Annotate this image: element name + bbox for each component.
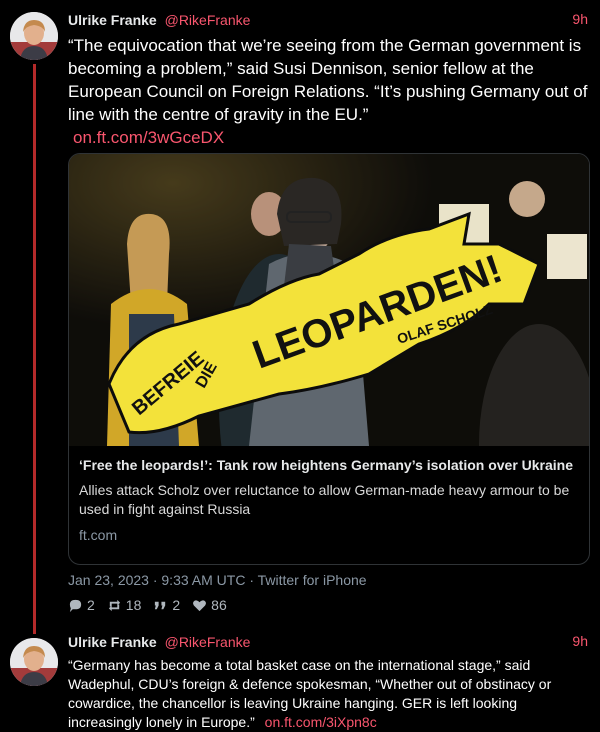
tweet-header: Ulrike Franke @RikeFranke <box>68 11 250 29</box>
card-domain: ft.com <box>79 527 118 543</box>
tweet-stats: 2 18 2 86 <box>68 597 227 613</box>
thread-line <box>33 64 36 634</box>
tweet-meta[interactable]: Jan 23, 2023 · 9:33 AM UTC · Twitter for… <box>68 572 367 588</box>
tweet-time[interactable]: 9h <box>572 633 588 649</box>
card-body: ‘Free the leopards!’: Tank row heightens… <box>79 455 579 543</box>
avatar[interactable] <box>10 638 58 686</box>
avatar[interactable] <box>10 12 58 60</box>
tweet-link[interactable]: on.ft.com/3wGceDX <box>73 128 224 147</box>
author-handle[interactable]: @RikeFranke <box>165 12 251 28</box>
retweet-icon <box>108 599 120 611</box>
reply-count: 2 <box>87 597 95 613</box>
card-image: LEOPARDEN! BEFREIE DIE OLAF SCHOLZ <box>69 154 589 446</box>
tweet-time[interactable]: 9h <box>572 11 588 27</box>
card-title[interactable]: ‘Free the leopards!’: Tank row heightens… <box>79 455 579 475</box>
tweet-header: Ulrike Franke @RikeFranke <box>68 633 250 651</box>
tweet: Ulrike Franke @RikeFranke 9h “The equivo… <box>0 0 600 634</box>
reply-icon <box>69 599 82 612</box>
reply-stat[interactable]: 2 <box>68 597 95 613</box>
quote-icon <box>155 601 166 609</box>
author-name[interactable]: Ulrike Franke <box>68 12 157 28</box>
retweet-count: 18 <box>125 597 142 613</box>
retweet-stat[interactable]: 18 <box>107 597 142 613</box>
like-stat[interactable]: 86 <box>192 597 227 613</box>
quote-count: 2 <box>172 597 181 613</box>
tweet-link[interactable]: on.ft.com/3iXpn8c <box>265 714 377 730</box>
link-card[interactable]: LEOPARDEN! BEFREIE DIE OLAF SCHOLZ ‘Free… <box>68 153 590 565</box>
avatar-photo <box>10 12 58 60</box>
card-description: Allies attack Scholz over reluctance to … <box>79 482 570 517</box>
heart-icon <box>193 599 207 611</box>
avatar-photo <box>10 638 58 686</box>
like-count: 86 <box>211 597 227 613</box>
author-handle[interactable]: @RikeFranke <box>165 634 251 650</box>
quote-stat[interactable]: 2 <box>153 597 180 613</box>
tweet-body: “The equivocation that we’re seeing from… <box>68 36 588 124</box>
author-name[interactable]: Ulrike Franke <box>68 634 157 650</box>
tweet: Ulrike Franke @RikeFranke 9h “Germany ha… <box>0 622 600 730</box>
tweet-text: “Germany has become a total basket case … <box>68 656 588 732</box>
tweet-text: “The equivocation that we’re seeing from… <box>68 34 588 149</box>
